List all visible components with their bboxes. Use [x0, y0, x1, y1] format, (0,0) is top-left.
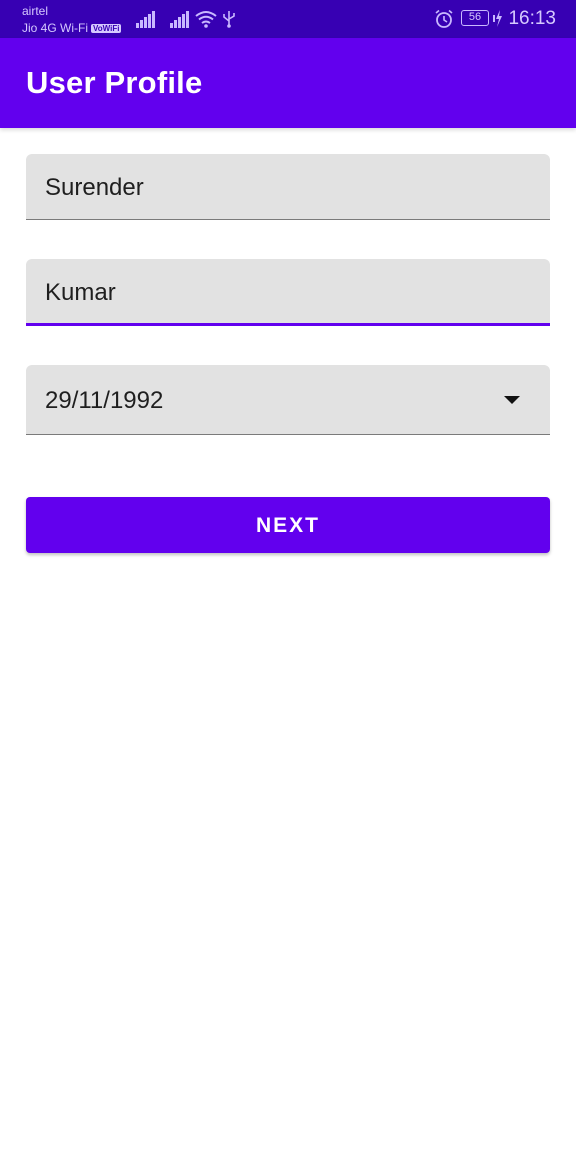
- first-name-value: Surender: [45, 174, 144, 201]
- wifi-icon: [195, 11, 217, 28]
- page-title: User Profile: [26, 65, 203, 100]
- carrier-primary: airtel: [22, 4, 49, 18]
- carrier-secondary-label: Jio 4G Wi-Fi: [22, 21, 88, 35]
- status-time: 16:13: [508, 8, 556, 29]
- next-button[interactable]: NEXT: [26, 497, 550, 553]
- date-of-birth-dropdown[interactable]: 29/11/1992: [26, 365, 550, 435]
- alarm-icon: [435, 9, 453, 28]
- battery-icon: 56: [461, 10, 489, 26]
- dropdown-arrow-icon[interactable]: [504, 396, 520, 404]
- date-of-birth-value: 29/11/1992: [45, 387, 164, 414]
- status-bar: airtel Jio 4G Wi-Fi VoWiFi 56 16:13: [0, 0, 576, 38]
- usb-icon: [223, 11, 235, 28]
- app-bar: User Profile: [0, 38, 576, 128]
- first-name-field[interactable]: Surender: [26, 154, 550, 220]
- last-name-value: Kumar: [45, 279, 116, 306]
- charging-icon: [493, 10, 502, 27]
- vowifi-badge: VoWiFi: [91, 24, 122, 33]
- signal-icon: [136, 11, 155, 28]
- last-name-field[interactable]: Kumar: [26, 259, 550, 326]
- signal-icon: [170, 11, 189, 28]
- carrier-secondary: Jio 4G Wi-Fi VoWiFi: [22, 21, 122, 35]
